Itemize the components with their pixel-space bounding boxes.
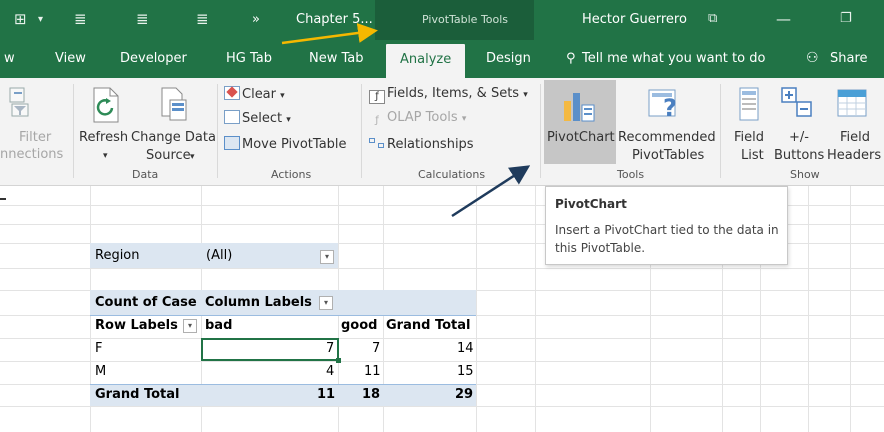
annotation-arrows <box>281 23 531 218</box>
gold-arrow <box>281 23 378 45</box>
navy-arrow <box>451 165 531 218</box>
